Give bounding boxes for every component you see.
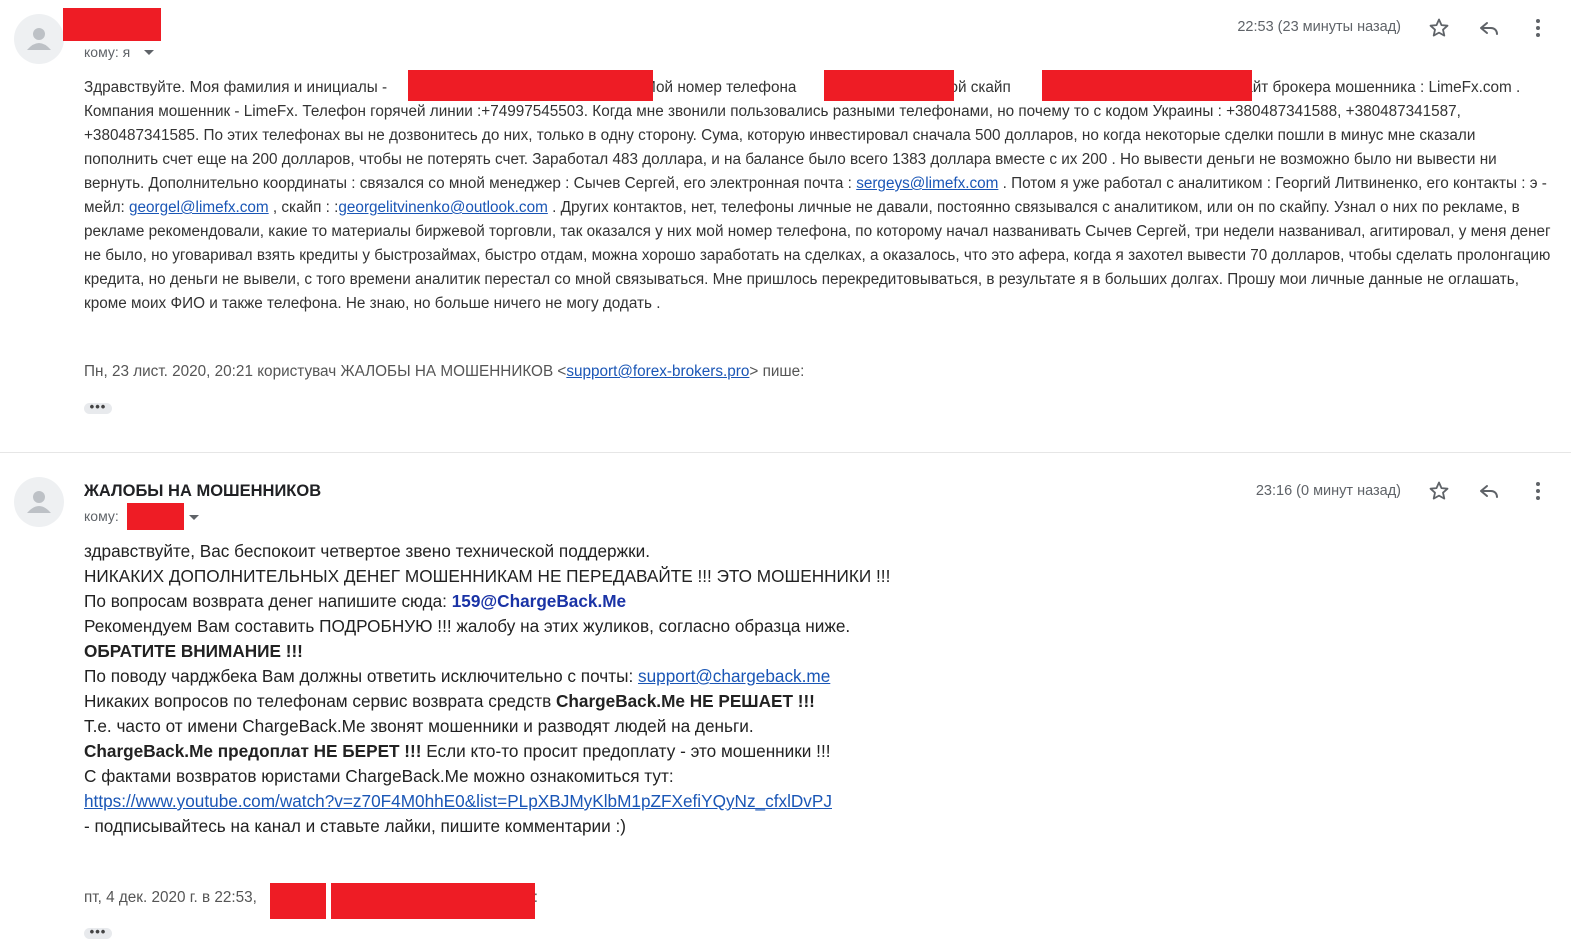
recipient-label[interactable]: кому: — [84, 508, 119, 524]
body-text: По поводу чарджбека Вам должны ответить … — [84, 666, 639, 686]
email-highlight[interactable]: 159@ChargeBack.Me — [452, 591, 626, 611]
more-vert-icon[interactable] — [1526, 479, 1550, 503]
body-line: Никаких вопросов по телефонам сервис воз… — [84, 689, 890, 714]
redacted-email — [331, 883, 535, 919]
quote-text: пт, 4 дек. 2020 г. в 22:53, — [84, 889, 257, 906]
email-link[interactable]: support@chargeback.me — [638, 666, 830, 686]
body-line: Рекомендуем Вам составить ПОДРОБНУЮ !!! … — [84, 616, 851, 636]
email-message-2: ЖАЛОБЫ НА МОШЕННИКОВ кому: 23:16 (0 мину… — [0, 452, 1571, 947]
body-bold: ОБРАТИТЕ ВНИМАНИЕ !!! — [84, 641, 303, 661]
body-bold: ChargeBack.Me предоплат НЕ БЕРЕТ !!! — [84, 741, 422, 761]
body-text: Никаких вопросов по телефонам сервис воз… — [84, 691, 556, 711]
redacted-sender-name — [63, 8, 161, 41]
body-bold: ChargeBack.Me НЕ РЕШАЕТ !!! — [555, 691, 815, 711]
sender-name[interactable]: ЖАЛОБЫ НА МОШЕННИКОВ — [84, 482, 321, 501]
redacted-skype — [1042, 70, 1252, 101]
body-line: По поводу чарджбека Вам должны ответить … — [84, 664, 890, 689]
avatar-icon — [27, 491, 51, 513]
body-text: По вопросам возврата денег напишите сюда… — [84, 591, 452, 611]
reply-icon[interactable] — [1477, 479, 1501, 503]
avatar[interactable] — [14, 14, 64, 64]
avatar[interactable] — [14, 477, 64, 527]
body-line: По вопросам возврата денег напишите сюда… — [84, 589, 890, 614]
redacted-name — [408, 70, 653, 101]
body-line: ChargeBack.Me предоплат НЕ БЕРЕТ !!! Есл… — [84, 739, 890, 764]
avatar-icon — [27, 28, 51, 50]
recipient-label[interactable]: кому: я — [84, 44, 130, 60]
reply-icon[interactable] — [1477, 16, 1501, 40]
redacted-name — [270, 883, 326, 919]
redacted-recipient — [127, 503, 184, 530]
body-line: здравствуйте, Вас беспокоит четвертое зв… — [84, 541, 650, 561]
email-link[interactable]: georgel@limefx.com — [129, 199, 269, 216]
quote-text: > пише: — [749, 363, 805, 380]
quote-header: Пн, 23 лист. 2020, 20:21 користувач ЖАЛО… — [84, 363, 804, 381]
show-trimmed-button[interactable]: ••• — [84, 403, 112, 414]
email-link[interactable]: sergeys@limefx.com — [856, 175, 998, 192]
body-text: Если кто-то просит предоплату - это моше… — [421, 741, 831, 761]
star-icon[interactable] — [1427, 16, 1451, 40]
youtube-link[interactable]: https://www.youtube.com/watch?v=z70F4M0h… — [84, 791, 832, 811]
body-text: Здравствуйте. Моя фамилия и инициалы - — [84, 79, 388, 96]
redacted-phone — [824, 70, 954, 101]
message-time[interactable]: 23:16 (0 минут назад) — [1256, 483, 1401, 499]
caret-down-icon[interactable] — [189, 515, 199, 520]
message-time[interactable]: 22:53 (23 минуты назад) — [1237, 19, 1401, 35]
message-body: здравствуйте, Вас беспокоит четвертое зв… — [84, 539, 890, 839]
body-line: ОБРАТИТЕ ВНИМАНИЕ !!! — [84, 639, 890, 664]
email-message-1: кому: я 22:53 (23 минуты назад) Здравств… — [0, 0, 1571, 452]
message-body: Здравствуйте. Моя фамилия и инициалы - Мо… — [84, 76, 1552, 316]
body-line: С фактами возвратов юристами ChargeBack.… — [84, 766, 674, 786]
star-icon[interactable] — [1427, 479, 1451, 503]
body-line: Т.е. часто от имени ChargeBack.Me звонят… — [84, 716, 754, 736]
body-line: НИКАКИХ ДОПОЛНИТЕЛЬНЫХ ДЕНЕГ МОШЕННИКАМ … — [84, 566, 891, 586]
email-link[interactable]: support@forex-brokers.pro — [566, 363, 749, 380]
body-text: Мой номер телефона — [643, 79, 797, 96]
email-link[interactable]: georgelitvinenko@outlook.com — [338, 199, 547, 216]
show-trimmed-button[interactable]: ••• — [84, 928, 112, 939]
more-vert-icon[interactable] — [1526, 16, 1550, 40]
body-text: , скайп : : — [272, 199, 339, 216]
caret-down-icon[interactable] — [144, 50, 154, 55]
quote-text: Пн, 23 лист. 2020, 20:21 користувач ЖАЛО… — [84, 363, 567, 380]
body-line: https://www.youtube.com/watch?v=z70F4M0h… — [84, 789, 890, 814]
body-line: - подписывайтесь на канал и ставьте лайк… — [84, 816, 627, 836]
